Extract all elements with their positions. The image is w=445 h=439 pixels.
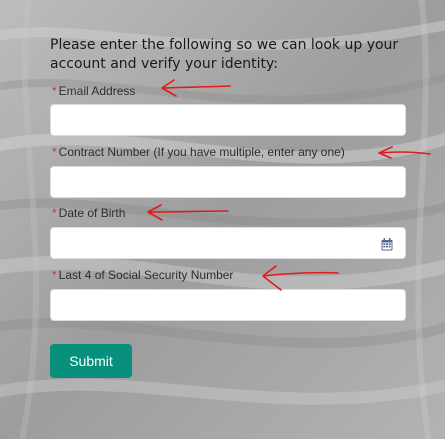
contract-number-field[interactable]	[50, 166, 406, 198]
email-label-text: Email Address	[58, 84, 136, 98]
required-marker: *	[52, 268, 57, 282]
date-of-birth-label-text: Date of Birth	[58, 206, 126, 220]
form-intro-text: Please enter the following so we can loo…	[50, 37, 399, 72]
email-label: * Email Address	[52, 84, 135, 98]
date-of-birth-field[interactable]	[50, 227, 406, 259]
calendar-icon[interactable]	[381, 238, 393, 251]
date-of-birth-label: * Date of Birth	[52, 206, 125, 220]
ssn-last4-label: * Last 4 of Social Security Number	[52, 268, 233, 282]
required-marker: *	[52, 145, 57, 159]
contract-number-label: * Contract Number (If you have multiple, …	[52, 145, 345, 159]
email-field[interactable]	[50, 104, 406, 136]
submit-button[interactable]: Submit	[50, 344, 132, 378]
required-marker: *	[52, 84, 57, 98]
required-marker: *	[52, 206, 57, 220]
ssn-last4-field[interactable]	[50, 289, 406, 321]
contract-number-label-text: Contract Number (If you have multiple, e…	[58, 145, 345, 159]
ssn-last4-label-text: Last 4 of Social Security Number	[58, 268, 234, 282]
